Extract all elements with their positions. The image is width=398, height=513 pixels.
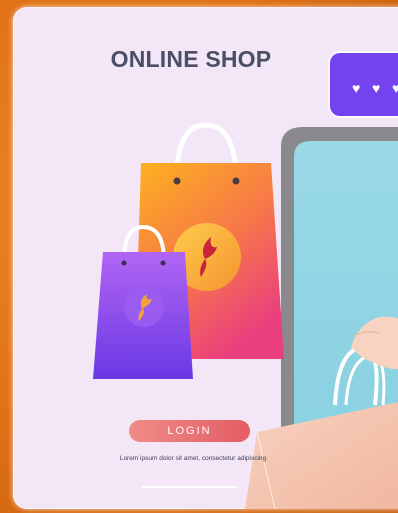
caption-text: Lorem ipsum dolor sit amet, consectetur … (119, 455, 267, 462)
heart-icon: ♥ (372, 80, 381, 96)
heart-icon: ♥ (392, 80, 398, 96)
shopping-bags-illustration (93, 122, 284, 379)
likes-bubble: ♥ ♥ ♥ (330, 53, 398, 116)
app-screen: ONLINE SHOP ♥ ♥ ♥ LOGIN Lorem ipsum dolo… (13, 7, 398, 509)
home-indicator (141, 486, 237, 488)
login-button[interactable]: LOGIN (129, 420, 250, 442)
heart-icon: ♥ (352, 80, 361, 96)
